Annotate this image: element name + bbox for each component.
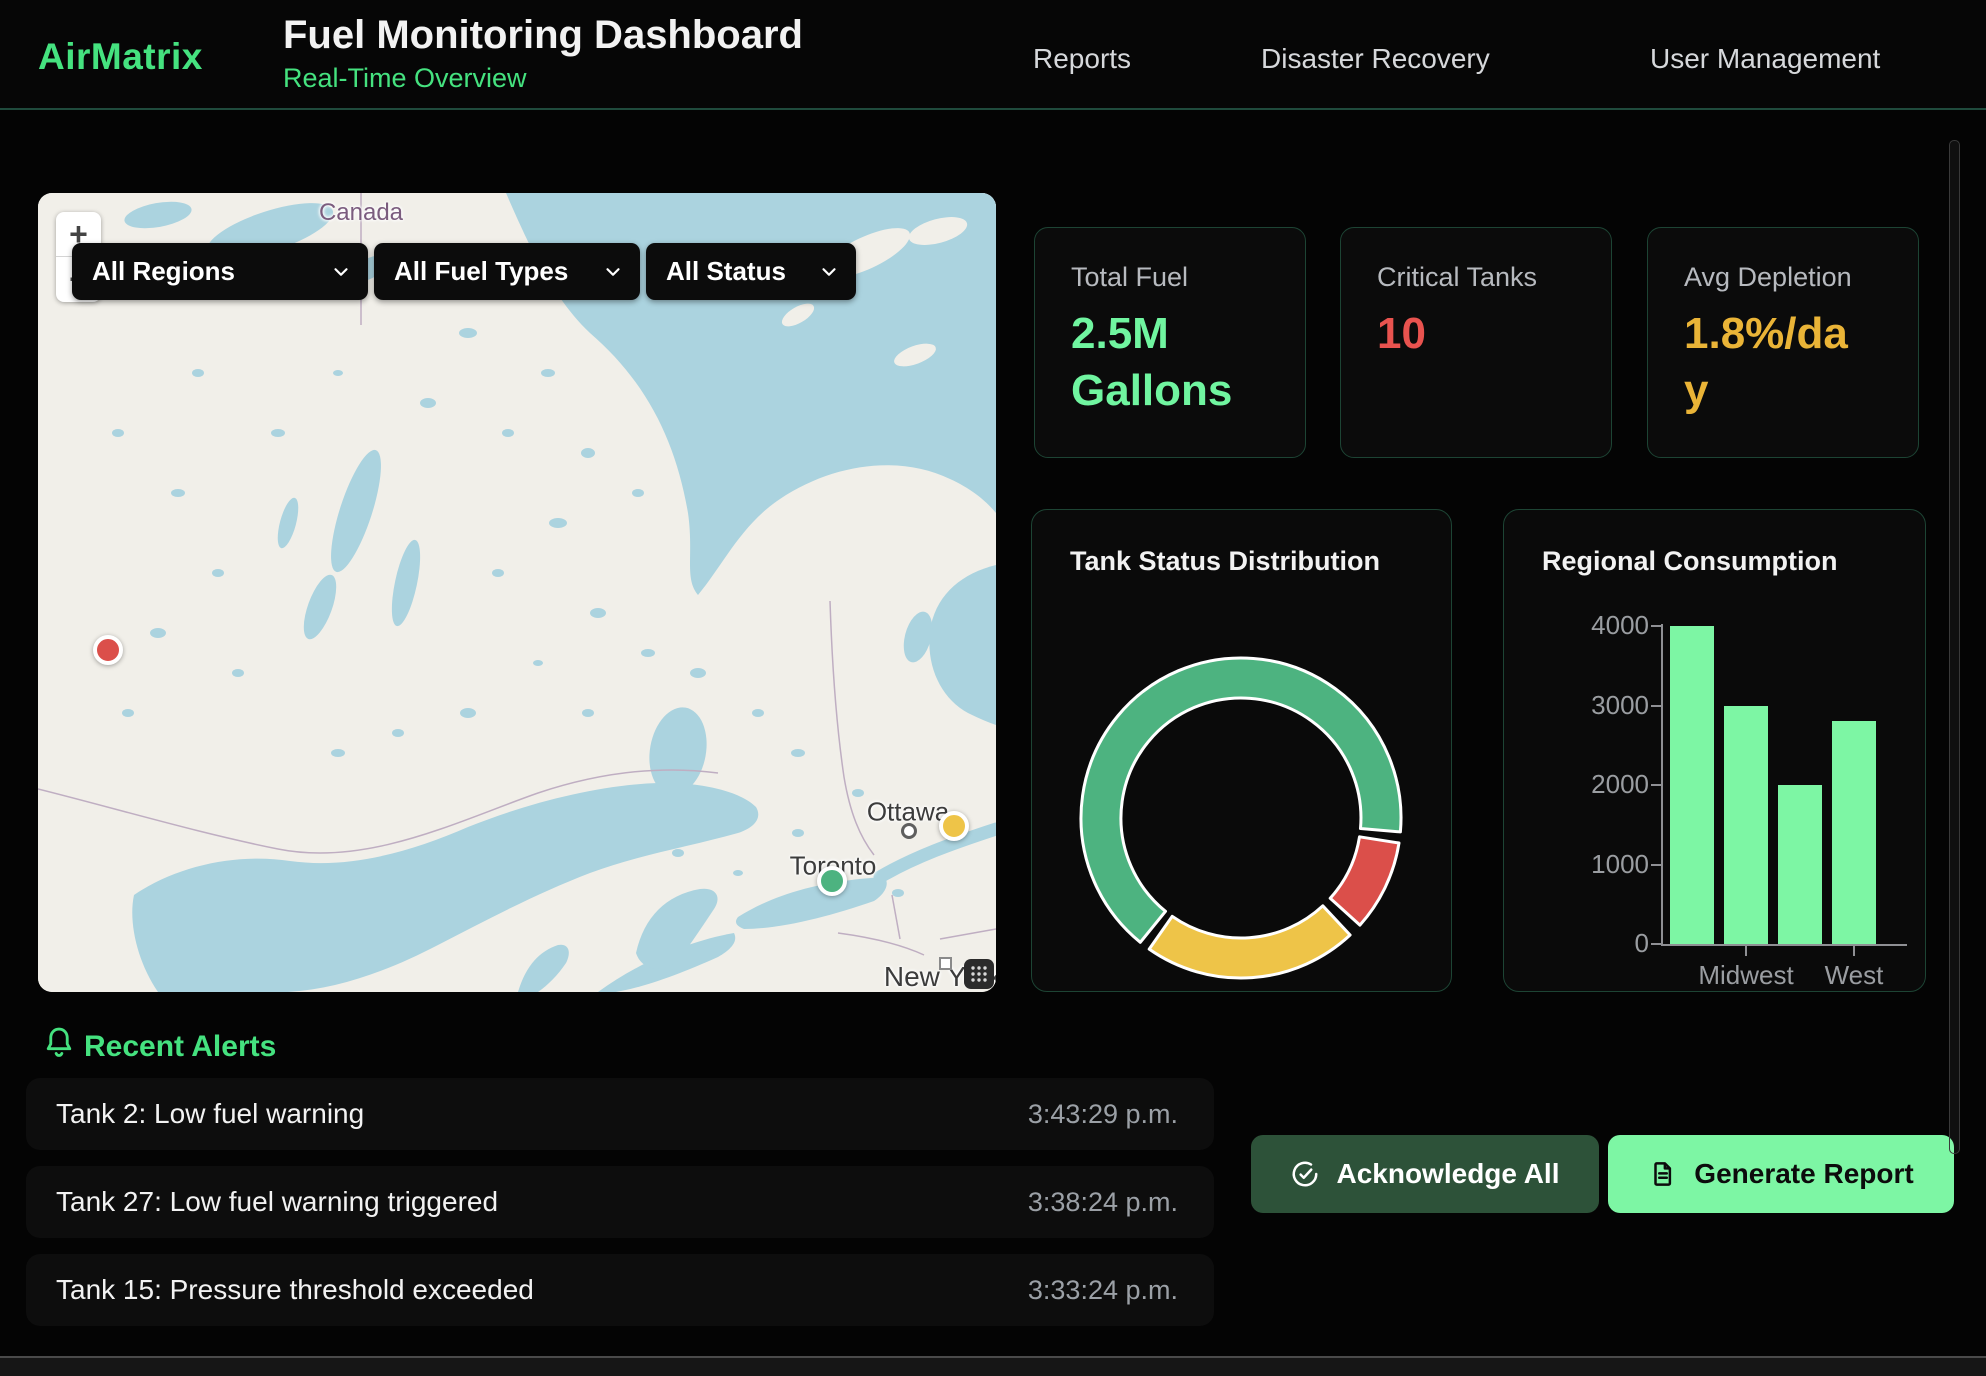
y-tick-mark bbox=[1651, 943, 1661, 945]
y-tick-mark bbox=[1651, 625, 1661, 627]
alert-message: Tank 2: Low fuel warning bbox=[56, 1098, 364, 1130]
alert-message: Tank 27: Low fuel warning triggered bbox=[56, 1186, 498, 1218]
normal-tank-marker[interactable] bbox=[817, 866, 847, 896]
alert-row[interactable]: Tank 27: Low fuel warning triggered 3:38… bbox=[26, 1166, 1214, 1238]
ottawa-town-dot bbox=[901, 823, 917, 839]
y-tick-label: 2000 bbox=[1561, 769, 1649, 800]
region-filter-value: All Regions bbox=[92, 256, 235, 287]
map-panel: Canada Ottawa Toronto New York + − All R… bbox=[38, 193, 996, 992]
map-label-canada: Canada bbox=[319, 199, 403, 227]
recent-alerts-title: Recent Alerts bbox=[84, 1030, 276, 1064]
fuel-monitoring-dashboard: AirMatrix Fuel Monitoring Dashboard Real… bbox=[0, 0, 1986, 1376]
new-york-town-dot bbox=[939, 957, 952, 970]
bar-region-4[interactable] bbox=[1832, 721, 1876, 944]
map-filters: All Regions All Fuel Types All Status bbox=[72, 243, 856, 300]
nav-user-management[interactable]: User Management bbox=[1650, 43, 1880, 75]
stat-card-critical-tanks: Critical Tanks 10 bbox=[1340, 227, 1612, 458]
x-tick-label: West bbox=[1774, 960, 1934, 991]
page-subtitle: Real-Time Overview bbox=[283, 63, 803, 94]
alert-row[interactable]: Tank 2: Low fuel warning 3:43:29 p.m. bbox=[26, 1078, 1214, 1150]
y-tick-label: 4000 bbox=[1561, 610, 1649, 641]
fuel-type-filter-select[interactable]: All Fuel Types bbox=[374, 243, 640, 300]
bar-region-1[interactable] bbox=[1670, 626, 1714, 944]
y-tick-label: 1000 bbox=[1561, 849, 1649, 880]
status-filter-select[interactable]: All Status bbox=[646, 243, 856, 300]
critical-tank-marker[interactable] bbox=[93, 635, 123, 665]
warning-tank-marker[interactable] bbox=[939, 811, 969, 841]
status-filter-value: All Status bbox=[666, 256, 786, 287]
nav-disaster-recovery[interactable]: Disaster Recovery bbox=[1261, 43, 1490, 75]
alert-row[interactable]: Tank 15: Pressure threshold exceeded 3:3… bbox=[26, 1254, 1214, 1326]
tank-status-panel: Tank Status Distribution bbox=[1031, 509, 1452, 992]
title-block: Fuel Monitoring Dashboard Real-Time Over… bbox=[283, 13, 803, 94]
nav-reports[interactable]: Reports bbox=[1033, 43, 1131, 75]
stat-label: Critical Tanks bbox=[1377, 262, 1611, 293]
alert-timestamp: 3:33:24 p.m. bbox=[1028, 1275, 1178, 1306]
x-tick-mark bbox=[1745, 946, 1747, 956]
regional-consumption-panel: Regional Consumption 01000200030004000Mi… bbox=[1503, 509, 1926, 992]
page-scrollbar[interactable] bbox=[1949, 140, 1960, 1154]
y-axis bbox=[1661, 624, 1663, 946]
acknowledge-all-label: Acknowledge All bbox=[1336, 1158, 1559, 1190]
app-logo[interactable]: AirMatrix bbox=[38, 36, 203, 78]
chevron-down-icon bbox=[602, 261, 624, 283]
window-bottom-edge bbox=[0, 1356, 1986, 1376]
stat-label: Total Fuel bbox=[1071, 262, 1305, 293]
regional-consumption-bar-chart[interactable]: 01000200030004000MidwestWest bbox=[1504, 510, 1927, 993]
donut-segment-critical[interactable] bbox=[1330, 837, 1399, 925]
stat-value-avg-depletion: 1.8%/day bbox=[1684, 305, 1849, 419]
stat-value-critical-tanks: 10 bbox=[1377, 305, 1542, 362]
generate-report-label: Generate Report bbox=[1694, 1158, 1913, 1190]
x-tick-mark bbox=[1853, 946, 1855, 956]
bell-icon bbox=[40, 1024, 78, 1062]
alert-timestamp: 3:43:29 p.m. bbox=[1028, 1099, 1178, 1130]
drag-handle-icon[interactable] bbox=[964, 959, 994, 989]
page-title: Fuel Monitoring Dashboard bbox=[283, 13, 803, 57]
chevron-down-icon bbox=[818, 261, 840, 283]
stat-label: Avg Depletion bbox=[1684, 262, 1918, 293]
y-tick-mark bbox=[1651, 864, 1661, 866]
app-header: AirMatrix Fuel Monitoring Dashboard Real… bbox=[0, 0, 1986, 110]
region-filter-select[interactable]: All Regions bbox=[72, 243, 368, 300]
stat-card-avg-depletion: Avg Depletion 1.8%/day bbox=[1647, 227, 1919, 458]
bar-region-2[interactable] bbox=[1724, 706, 1768, 945]
y-tick-label: 3000 bbox=[1561, 690, 1649, 721]
check-circle-icon bbox=[1290, 1159, 1320, 1189]
y-tick-mark bbox=[1651, 784, 1661, 786]
donut-segment-warning[interactable] bbox=[1149, 906, 1350, 978]
alert-message: Tank 15: Pressure threshold exceeded bbox=[56, 1274, 534, 1306]
tank-status-doughnut-chart[interactable] bbox=[1032, 510, 1453, 993]
x-axis bbox=[1661, 944, 1907, 946]
alert-timestamp: 3:38:24 p.m. bbox=[1028, 1187, 1178, 1218]
acknowledge-all-button[interactable]: Acknowledge All bbox=[1251, 1135, 1599, 1213]
document-icon bbox=[1648, 1159, 1678, 1189]
fuel-type-filter-value: All Fuel Types bbox=[394, 256, 568, 287]
y-tick-label: 0 bbox=[1561, 928, 1649, 959]
stat-value-total-fuel: 2.5M Gallons bbox=[1071, 305, 1236, 419]
stat-card-total-fuel: Total Fuel 2.5M Gallons bbox=[1034, 227, 1306, 458]
y-tick-mark bbox=[1651, 705, 1661, 707]
bar-region-3[interactable] bbox=[1778, 785, 1822, 944]
chevron-down-icon bbox=[330, 261, 352, 283]
generate-report-button[interactable]: Generate Report bbox=[1608, 1135, 1954, 1213]
